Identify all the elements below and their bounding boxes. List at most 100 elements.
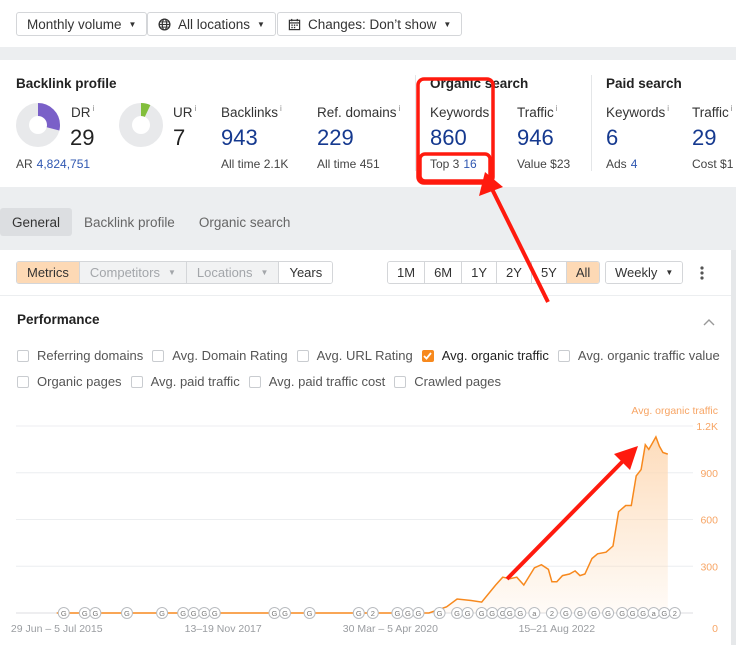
annotation-marker[interactable]: G: [352, 607, 365, 619]
annotation-marker[interactable]: 2: [668, 607, 681, 619]
info-icon[interactable]: i: [195, 104, 197, 113]
locations-dropdown[interactable]: Locations ▼: [186, 262, 280, 283]
annotation-marker[interactable]: G: [177, 607, 190, 619]
annotation-marker[interactable]: G: [637, 607, 650, 619]
collapse-chevron-icon[interactable]: [703, 313, 715, 331]
annotation-marker[interactable]: 2: [366, 607, 379, 619]
more-options-icon[interactable]: [697, 264, 707, 282]
info-icon[interactable]: i: [280, 104, 282, 113]
info-icon[interactable]: i: [93, 104, 95, 113]
checkbox-avg-domain-rating[interactable]: Avg. Domain Rating: [152, 348, 288, 363]
ref-domains-label-text: Ref. domains: [317, 105, 397, 120]
changes-dropdown[interactable]: Changes: Don’t show ▼: [277, 12, 463, 36]
checkbox-crawled-pages[interactable]: Crawled pages: [394, 374, 501, 389]
organic-top3-value-link[interactable]: 16: [463, 157, 476, 171]
info-icon[interactable]: i: [491, 104, 493, 113]
annotation-marker[interactable]: G: [57, 607, 70, 619]
checkbox-avg-organic-traffic[interactable]: Avg. organic traffic: [421, 348, 549, 363]
ar-value-link[interactable]: 4,824,751: [37, 157, 90, 171]
annotation-marker[interactable]: G: [475, 607, 488, 619]
tab-organic-search[interactable]: Organic search: [187, 208, 303, 236]
checkbox-box[interactable]: [17, 349, 29, 362]
annotation-marker[interactable]: G: [198, 607, 211, 619]
annotation-marker[interactable]: G: [574, 607, 587, 619]
info-icon[interactable]: i: [667, 104, 669, 113]
checkbox-referring-domains[interactable]: Referring domains: [17, 348, 143, 363]
range-all-button[interactable]: All: [566, 262, 600, 283]
range-5y-button[interactable]: 5Y: [531, 262, 567, 283]
range-1m-button[interactable]: 1M: [388, 262, 426, 283]
metrics-tab[interactable]: Metrics: [17, 262, 80, 283]
interval-dropdown[interactable]: Weekly ▼: [605, 261, 684, 284]
annotation-marker[interactable]: G: [279, 607, 292, 619]
checkbox-box[interactable]: [248, 375, 261, 388]
organic-traffic-value[interactable]: 946: [517, 125, 554, 151]
range-1y-button[interactable]: 1Y: [462, 262, 498, 283]
range-2y-button[interactable]: 2Y: [497, 262, 532, 283]
annotation-marker[interactable]: a: [528, 607, 541, 619]
ref-domains-value[interactable]: 229: [317, 125, 354, 151]
checkbox-box[interactable]: [152, 349, 165, 362]
info-icon[interactable]: i: [731, 104, 733, 113]
checkbox-avg-paid-traffic-cost[interactable]: Avg. paid traffic cost: [248, 374, 385, 389]
annotation-marker[interactable]: G: [156, 607, 169, 619]
annotation-marker-label: G: [307, 609, 313, 618]
years-tab[interactable]: Years: [279, 262, 333, 283]
backlinks-value[interactable]: 943: [221, 125, 258, 151]
competitors-dropdown[interactable]: Competitors ▼: [79, 262, 187, 283]
paid-traffic-value[interactable]: 29: [692, 125, 716, 151]
checkbox-box[interactable]: [421, 349, 434, 362]
annotation-marker[interactable]: G: [391, 607, 404, 619]
range-6m-button[interactable]: 6M: [425, 262, 463, 283]
organic-traffic-value-row: Value $23: [517, 157, 570, 171]
checkbox-label: Avg. Domain Rating: [172, 348, 288, 363]
annotation-marker[interactable]: a: [647, 607, 660, 619]
info-icon[interactable]: i: [399, 104, 401, 113]
annotation-marker[interactable]: G: [658, 607, 671, 619]
checkbox-box[interactable]: [394, 375, 407, 388]
annotation-marker[interactable]: G: [268, 607, 281, 619]
info-icon[interactable]: i: [556, 104, 558, 113]
checkbox-label: Referring domains: [37, 348, 144, 363]
annotation-marker[interactable]: G: [78, 607, 91, 619]
annotation-marker[interactable]: G: [401, 607, 414, 619]
annotation-marker[interactable]: G: [559, 607, 572, 619]
tab-general[interactable]: General: [0, 208, 73, 236]
volume-dropdown[interactable]: Monthly volume ▼: [16, 12, 148, 36]
annotation-marker[interactable]: G: [187, 607, 200, 619]
annotation-marker[interactable]: G: [208, 607, 221, 619]
checkbox-organic-pages[interactable]: Organic pages: [17, 374, 122, 389]
annotation-marker[interactable]: G: [616, 607, 629, 619]
checkbox-box[interactable]: [17, 375, 29, 388]
annotation-marker[interactable]: G: [486, 607, 499, 619]
tab-backlink-profile[interactable]: Backlink profile: [72, 208, 187, 236]
annotation-marker[interactable]: G: [503, 607, 516, 619]
annotation-marker[interactable]: G: [433, 607, 446, 619]
checkbox-box[interactable]: [557, 349, 570, 362]
checkbox-label: Avg. organic traffic value: [577, 348, 720, 363]
scrollbar-track[interactable]: [731, 250, 736, 645]
annotation-marker[interactable]: G: [120, 607, 133, 619]
annotation-marker[interactable]: G: [303, 607, 316, 619]
annotation-marker[interactable]: G: [89, 607, 102, 619]
checkbox-box[interactable]: [296, 349, 309, 362]
annotation-marker[interactable]: G: [412, 607, 425, 619]
annotation-marker[interactable]: G: [451, 607, 464, 619]
annotation-marker[interactable]: G: [514, 607, 527, 619]
annotation-marker[interactable]: 2: [545, 607, 558, 619]
annotation-marker[interactable]: G: [461, 607, 474, 619]
checkbox-avg-organic-traffic-value[interactable]: Avg. organic traffic value: [557, 348, 720, 363]
location-dropdown[interactable]: All locations ▼: [147, 12, 276, 36]
annotation-marker[interactable]: G: [588, 607, 601, 619]
organic-keywords-value[interactable]: 860: [430, 125, 467, 151]
checkbox-box[interactable]: [130, 375, 143, 388]
ur-value: 7: [173, 125, 186, 150]
paid-ads-value-link[interactable]: 4: [631, 157, 638, 171]
checkbox-avg-paid-traffic[interactable]: Avg. paid traffic: [130, 374, 240, 389]
paid-cost-label: Cost: [692, 157, 717, 171]
annotation-marker[interactable]: G: [626, 607, 639, 619]
globe-icon: [158, 17, 171, 31]
paid-keywords-value[interactable]: 6: [606, 125, 618, 151]
annotation-marker[interactable]: G: [602, 607, 615, 619]
checkbox-avg-url-rating[interactable]: Avg. URL Rating: [296, 348, 413, 363]
